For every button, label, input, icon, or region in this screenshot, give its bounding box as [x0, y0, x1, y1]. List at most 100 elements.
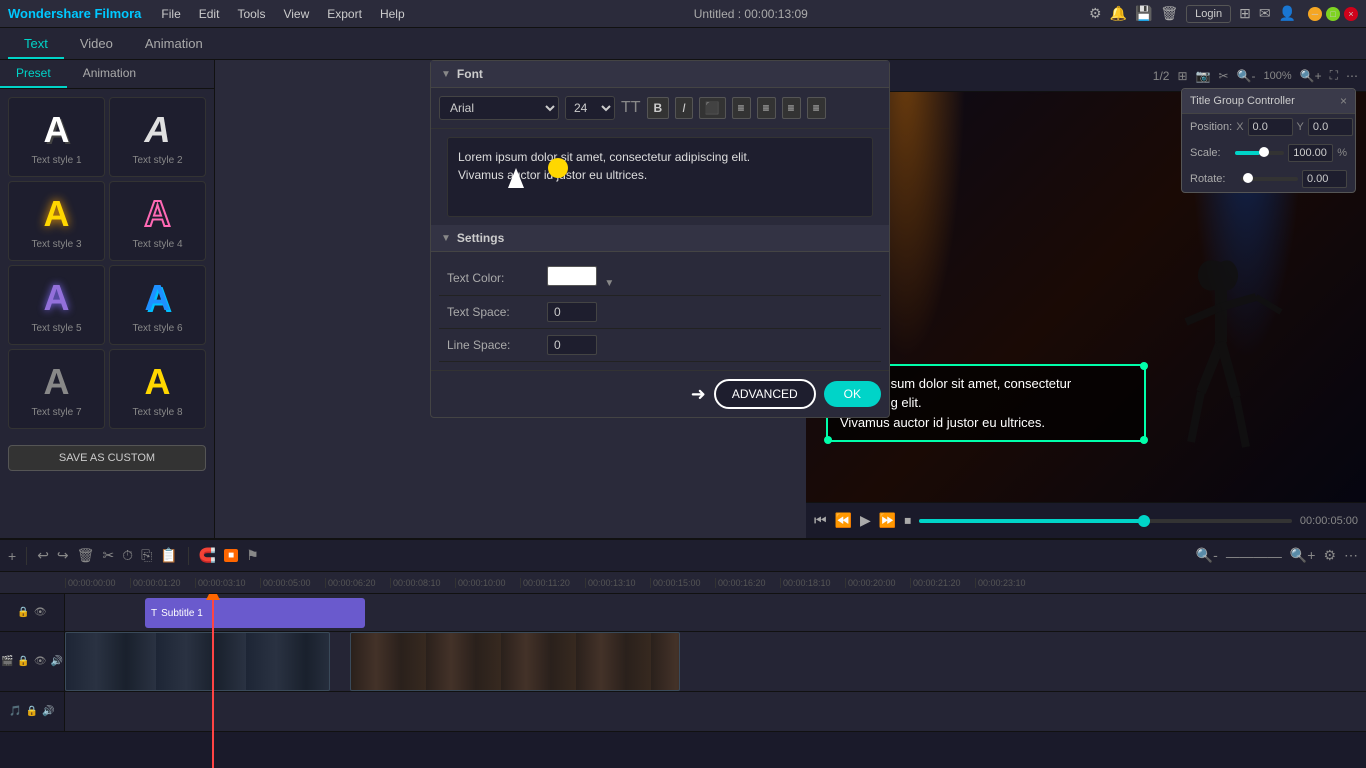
audio-icon: 🎵 — [9, 706, 21, 717]
menu-tools[interactable]: Tools — [229, 5, 273, 23]
settings-icon[interactable]: ⚙ — [1089, 5, 1102, 22]
tl-redo-button[interactable]: ↪ — [57, 547, 69, 564]
tl-split-button[interactable]: ⏱ — [122, 547, 133, 564]
track-eye-icon[interactable]: 👁 — [34, 607, 47, 618]
step-forward-button[interactable]: ⏩ — [879, 512, 896, 529]
line-space-input[interactable] — [547, 335, 597, 355]
more-options-button[interactable]: ⋯ — [1346, 69, 1358, 83]
style-item-1[interactable]: A Text style 1 — [8, 97, 105, 177]
subtitle-clip[interactable]: T Subtitle 1 — [145, 598, 365, 628]
style-letter-8: A — [145, 361, 171, 403]
menu-export[interactable]: Export — [319, 5, 370, 23]
scale-slider[interactable] — [1235, 151, 1284, 155]
align-center-button[interactable]: ≡ — [732, 97, 751, 119]
menu-file[interactable]: File — [153, 5, 188, 23]
video-track-eye[interactable]: 👁 — [34, 656, 47, 667]
text-effects-icon[interactable]: TT — [621, 99, 641, 117]
subtab-animation[interactable]: Animation — [67, 60, 152, 88]
tab-text[interactable]: Text — [8, 30, 64, 59]
menu-view[interactable]: View — [275, 5, 317, 23]
video-track: 🎬 🔒 👁 🔊 — [0, 632, 1366, 692]
grid-icon[interactable]: ⊞ — [1239, 5, 1251, 22]
more-text-options[interactable]: ≡ — [807, 97, 826, 119]
fullscreen-button[interactable]: ⛶ — [1330, 68, 1338, 83]
audio-lock[interactable]: 🔒 — [26, 706, 38, 717]
step-back-button[interactable]: ⏪ — [835, 512, 852, 529]
tgc-close-button[interactable]: × — [1340, 94, 1347, 108]
style-item-6[interactable]: A Text style 6 — [109, 265, 206, 345]
tl-copy-button[interactable]: ⎘ — [141, 547, 152, 564]
rotate-slider[interactable] — [1241, 177, 1298, 181]
bold-button[interactable]: B — [647, 97, 670, 119]
font-size-select[interactable]: 24 — [565, 96, 615, 120]
tl-zoom-out[interactable]: 🔍- — [1196, 547, 1218, 564]
color-swatch[interactable] — [547, 266, 597, 286]
style-item-8[interactable]: A Text style 8 — [109, 349, 206, 429]
login-button[interactable]: Login — [1186, 5, 1231, 23]
save-icon[interactable]: 💾 — [1135, 5, 1152, 22]
settings-section-header[interactable]: ▼ Settings — [431, 225, 889, 252]
tab-animation[interactable]: Animation — [129, 30, 219, 59]
tl-add-button[interactable]: + — [8, 548, 16, 564]
corner-br — [1140, 436, 1148, 444]
track-lock-icon[interactable]: 🔒 — [17, 607, 29, 618]
style-item-5[interactable]: A Text style 5 — [8, 265, 105, 345]
zoom-in-button[interactable]: 🔍+ — [1300, 69, 1322, 83]
stop-button[interactable]: ⏹ — [904, 512, 911, 529]
tab-video[interactable]: Video — [64, 30, 129, 59]
progress-bar[interactable] — [919, 519, 1292, 523]
align-right-button[interactable]: ≡ — [757, 97, 776, 119]
subtab-preset[interactable]: Preset — [0, 60, 67, 88]
style-item-7[interactable]: A Text style 7 — [8, 349, 105, 429]
tl-settings[interactable]: ⚙ — [1323, 547, 1336, 564]
zoom-out-button[interactable]: 🔍- — [1237, 69, 1256, 83]
mail-icon[interactable]: ✉ — [1259, 5, 1271, 22]
position-y-input[interactable] — [1308, 118, 1353, 136]
tl-marker-button[interactable]: ⚑ — [246, 547, 259, 564]
tl-zoom-in[interactable]: 🔍+ — [1290, 547, 1316, 564]
play-button[interactable]: ▶ — [860, 512, 871, 529]
rewind-button[interactable]: ⏮ — [814, 512, 827, 529]
trash-icon[interactable]: 🗑 — [1160, 5, 1178, 22]
tl-cut-button[interactable]: ✂ — [102, 547, 114, 564]
menu-help[interactable]: Help — [372, 5, 413, 23]
tl-more[interactable]: ⋯ — [1344, 547, 1358, 564]
scissors-button[interactable]: ✂ — [1219, 69, 1229, 83]
rotate-input[interactable] — [1302, 170, 1347, 188]
ok-button[interactable]: OK — [824, 381, 881, 407]
align-justify-button[interactable]: ≡ — [782, 97, 801, 119]
screen-fit-button[interactable]: ⊞ — [1177, 69, 1187, 83]
close-button[interactable]: × — [1344, 7, 1358, 21]
tl-paste-button[interactable]: 📋 — [160, 547, 177, 564]
video-track-lock[interactable]: 🔒 — [17, 656, 29, 667]
video-clip-1[interactable] — [65, 632, 330, 691]
notification-icon[interactable]: 🔔 — [1110, 5, 1127, 22]
video-track-audio[interactable]: 🔊 — [51, 656, 63, 667]
align-left-button[interactable]: ⬛ — [699, 97, 726, 119]
style-item-3[interactable]: A Text style 3 — [8, 181, 105, 261]
italic-button[interactable]: I — [675, 97, 692, 119]
style-item-4[interactable]: A Text style 4 — [109, 181, 206, 261]
tl-undo-button[interactable]: ↩ — [37, 547, 49, 564]
video-clip-2[interactable] — [350, 632, 680, 691]
color-dropdown-icon[interactable]: ▼ — [604, 278, 614, 289]
tl-magnet-button[interactable]: 🧲 — [199, 547, 216, 564]
account-icon[interactable]: 👤 — [1279, 5, 1296, 22]
corner-tr — [1140, 362, 1148, 370]
save-as-custom-button[interactable]: SAVE AS CUSTOM — [8, 445, 206, 471]
font-family-select[interactable]: Arial — [439, 96, 559, 120]
menu-edit[interactable]: Edit — [191, 5, 228, 23]
camera-button[interactable]: 📷 — [1196, 69, 1211, 83]
style-item-2[interactable]: A Text style 2 — [109, 97, 206, 177]
minimize-button[interactable]: ─ — [1308, 7, 1322, 21]
maximize-button[interactable]: □ — [1326, 7, 1340, 21]
scale-input[interactable] — [1288, 144, 1333, 162]
tl-delete-button[interactable]: 🗑 — [77, 547, 95, 564]
text-preview-area[interactable]: Lorem ipsum dolor sit amet, consectetur … — [447, 137, 873, 217]
tl-zoom-slider[interactable]: ———— — [1226, 548, 1282, 564]
text-space-input[interactable] — [547, 302, 597, 322]
font-section-header[interactable]: ▼ Font — [431, 61, 889, 88]
advanced-button[interactable]: ADVANCED — [714, 379, 816, 409]
audio-mute[interactable]: 🔊 — [42, 706, 54, 717]
position-x-input[interactable] — [1248, 118, 1293, 136]
